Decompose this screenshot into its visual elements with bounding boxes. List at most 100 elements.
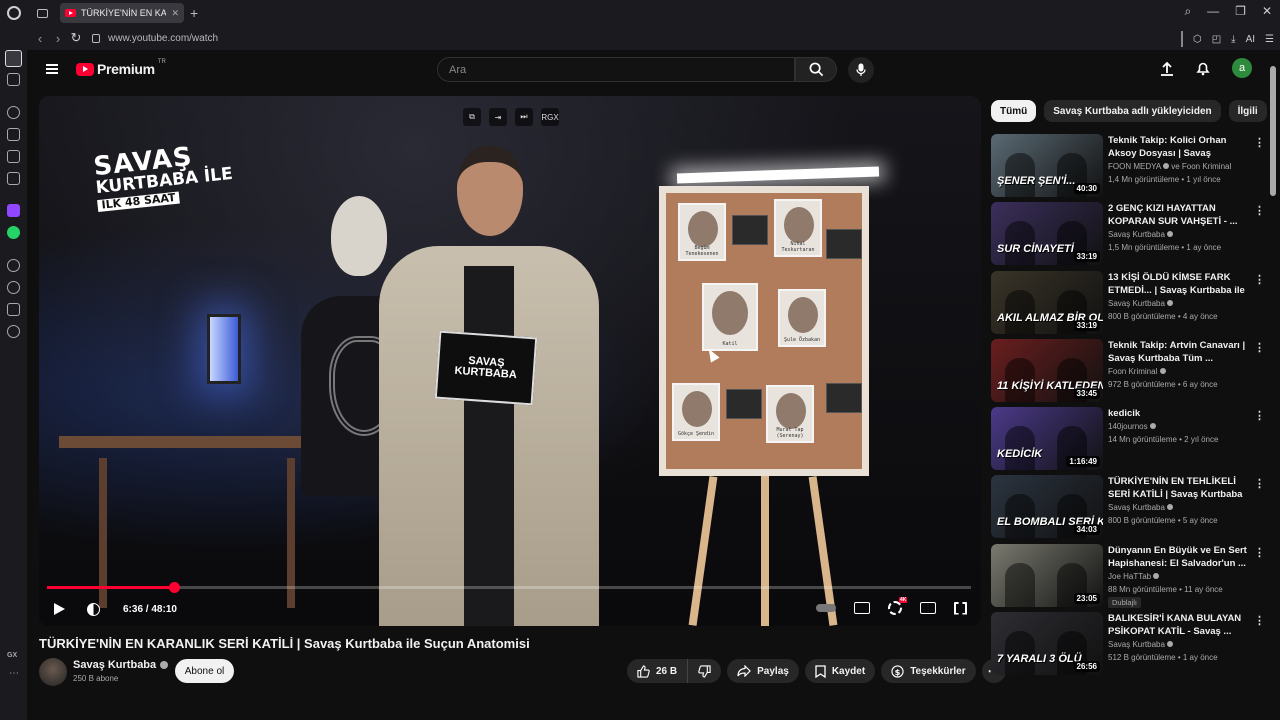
share-button[interactable]: Paylaş bbox=[727, 659, 799, 683]
forward-icon[interactable]: › bbox=[50, 31, 66, 46]
menu-icon[interactable]: ☰ bbox=[1265, 34, 1274, 45]
browser-tab[interactable]: TÜRKİYE'NİN EN KARANLIK ✕ bbox=[60, 3, 184, 23]
recommendation-item[interactable]: 23:05 Dünyanın En Büyük ve En Sert Hapish… bbox=[991, 543, 1265, 612]
opera-gx-logo-icon[interactable] bbox=[7, 6, 21, 20]
subtitles-icon[interactable] bbox=[854, 602, 870, 614]
gx-control-icon[interactable] bbox=[7, 73, 20, 86]
popout-video-icon[interactable]: ⧉ bbox=[463, 108, 481, 126]
like-button[interactable]: 26 B bbox=[627, 659, 689, 683]
rgx-button[interactable]: RGX bbox=[541, 108, 559, 126]
dislike-button[interactable] bbox=[688, 659, 722, 683]
next-track-icon[interactable]: ⏭ bbox=[515, 108, 533, 126]
recommendation-item[interactable]: ŞENER ŞEN'İ... 40:30 Teknik Takip: Kolici … bbox=[991, 134, 1265, 202]
play-icon[interactable] bbox=[54, 603, 65, 615]
search-button[interactable] bbox=[795, 57, 837, 82]
video-thumbnail[interactable]: ŞENER ŞEN'İ... 40:30 bbox=[991, 134, 1103, 197]
thanks-button[interactable]: $ Teşekkürler bbox=[881, 659, 976, 683]
video-thumbnail[interactable]: AKIL ALMAZ BİR OLAY33:19 bbox=[991, 270, 1103, 334]
back-icon[interactable]: ‹ bbox=[32, 31, 48, 46]
rec-title[interactable]: 13 KİŞİ ÖLDÜ KİMSE FARK ETMEDİ... | Sava… bbox=[1108, 271, 1248, 297]
rec-channel[interactable]: Savaş Kurtbaba bbox=[1108, 230, 1174, 239]
video-thumbnail[interactable]: 23:05 bbox=[991, 543, 1103, 607]
video-thumbnail[interactable]: 11 KİŞİYİ KATLEDEN 33:45 bbox=[991, 338, 1103, 402]
player-icon[interactable] bbox=[7, 259, 20, 272]
settings-gear-icon[interactable] bbox=[888, 597, 908, 615]
chip-related[interactable]: İlgili bbox=[1228, 100, 1267, 122]
snap-video-icon[interactable]: ⇥ bbox=[489, 108, 507, 126]
rec-channel[interactable]: 140journos bbox=[1108, 422, 1156, 431]
tab-list-icon[interactable] bbox=[37, 8, 48, 18]
lock-icon[interactable] bbox=[92, 33, 100, 43]
more-icon[interactable]: ⋯ bbox=[9, 668, 19, 679]
scrollbar-thumb[interactable] bbox=[1270, 66, 1276, 196]
video-player[interactable]: SAVAŞ KURTBABA Begüm Tenekesenen Nihal T… bbox=[39, 96, 981, 626]
home-icon[interactable] bbox=[5, 50, 22, 67]
twitch-icon[interactable] bbox=[7, 204, 20, 217]
download-icon[interactable]: ⤓ bbox=[1231, 34, 1235, 45]
rec-menu-icon[interactable]: ⋮ bbox=[1254, 136, 1265, 149]
guide-menu-icon[interactable] bbox=[46, 64, 58, 74]
channel-avatar[interactable] bbox=[39, 658, 67, 686]
rec-title[interactable]: Teknik Takip: Artvin Canavarı | Savaş Ku… bbox=[1108, 339, 1248, 365]
gx-cleaner-icon[interactable] bbox=[7, 128, 20, 141]
history-icon[interactable] bbox=[7, 281, 20, 294]
subscribe-button[interactable]: Abone ol bbox=[175, 659, 234, 683]
autoplay-toggle[interactable] bbox=[816, 604, 836, 612]
restore-icon[interactable]: ❐ bbox=[1235, 4, 1246, 19]
video-thumbnail[interactable]: SUR CİNAYETİ 33:19 bbox=[991, 202, 1103, 266]
recommendation-item[interactable]: SUR CİNAYETİ 33:19 2 GENÇ KIZI HAYATTAN KO… bbox=[991, 202, 1265, 270]
reload-icon[interactable]: ↻ bbox=[68, 30, 84, 46]
news-icon[interactable] bbox=[7, 150, 20, 163]
rec-menu-icon[interactable]: ⋮ bbox=[1254, 546, 1265, 559]
gx-corner-icon[interactable] bbox=[7, 106, 20, 119]
music-player-icon[interactable] bbox=[7, 172, 20, 185]
close-window-icon[interactable]: ✕ bbox=[1262, 4, 1272, 19]
fullscreen-icon[interactable] bbox=[954, 601, 967, 615]
search-tabs-icon[interactable]: ⌕ bbox=[1184, 4, 1191, 19]
chip-all[interactable]: Tümü bbox=[991, 100, 1037, 122]
video-thumbnail[interactable]: KEDİCİK 1:16:49 bbox=[991, 407, 1103, 471]
rec-menu-icon[interactable]: ⋮ bbox=[1254, 614, 1265, 627]
video-thumbnail[interactable]: 7 YARALI 3 ÖLÜ 26:56 bbox=[991, 612, 1103, 676]
rec-menu-icon[interactable]: ⋮ bbox=[1254, 204, 1265, 217]
theater-mode-icon[interactable] bbox=[920, 602, 936, 614]
save-button[interactable]: Kaydet bbox=[804, 659, 876, 683]
ai-button[interactable]: AI bbox=[1246, 34, 1255, 45]
volume-icon[interactable] bbox=[87, 603, 100, 616]
rec-channel[interactable]: Foon Kriminal bbox=[1108, 367, 1166, 376]
search-input[interactable] bbox=[438, 58, 794, 81]
chip-from-uploader[interactable]: Savaş Kurtbaba adlı yükleyiciden bbox=[1044, 100, 1221, 122]
rec-title[interactable]: BALIKESİR'İ KANA BULAYAN PSİKOPAT KATİL … bbox=[1108, 612, 1248, 638]
upload-icon[interactable] bbox=[1160, 61, 1174, 76]
voice-search-button[interactable] bbox=[848, 57, 874, 83]
recommendation-item[interactable]: EL BOMBALI SERİ K... 34:03 TÜRKİYE'NİN EN … bbox=[991, 475, 1265, 543]
rec-menu-icon[interactable]: ⋮ bbox=[1254, 273, 1265, 286]
rec-title[interactable]: TÜRKİYE'NİN EN TEHLİKELİ SERİ KATİLİ | S… bbox=[1108, 475, 1248, 501]
rec-channel[interactable]: Savaş Kurtbaba bbox=[1108, 299, 1174, 308]
rec-menu-icon[interactable]: ⋮ bbox=[1254, 409, 1265, 422]
rec-title[interactable]: Teknik Takip: Kolici Orhan Aksoy Dosyası… bbox=[1108, 134, 1248, 160]
rec-channel[interactable]: FOON MEDYA ve Foon Kriminal bbox=[1108, 162, 1231, 171]
account-avatar[interactable]: a bbox=[1232, 58, 1252, 78]
recommendation-item[interactable]: KEDİCİK 1:16:49 kedicik 140journos 14 Mn gö… bbox=[991, 407, 1265, 475]
snapshot-icon[interactable]: ◰ bbox=[1212, 34, 1221, 45]
rec-title[interactable]: Dünyanın En Büyük ve En Sert Hapishanesi… bbox=[1108, 544, 1248, 570]
rec-title[interactable]: 2 GENÇ KIZI HAYATTAN KOPARAN SUR VAHŞETİ… bbox=[1108, 202, 1248, 228]
video-thumbnail[interactable]: EL BOMBALI SERİ K... 34:03 bbox=[991, 475, 1103, 539]
channel-name[interactable]: Savaş Kurtbaba bbox=[73, 659, 169, 671]
extensions-icon[interactable]: ⬡ bbox=[1193, 34, 1202, 45]
recommendation-item[interactable]: 11 KİŞİYİ KATLEDEN 33:45 Teknik Takip: Art… bbox=[991, 338, 1265, 407]
rec-title[interactable]: kedicik bbox=[1108, 407, 1248, 420]
url-field[interactable]: www.youtube.com/watch bbox=[108, 33, 218, 44]
extensions-sidebar-icon[interactable] bbox=[7, 303, 20, 316]
minimize-icon[interactable]: — bbox=[1207, 4, 1219, 19]
rec-channel[interactable]: Joe HaTTab bbox=[1108, 572, 1160, 581]
whatsapp-icon[interactable] bbox=[7, 226, 20, 239]
scrubber-handle[interactable] bbox=[168, 582, 180, 593]
progress-bar[interactable] bbox=[47, 582, 971, 593]
rec-channel[interactable]: Savaş Kurtbaba bbox=[1108, 640, 1174, 649]
notifications-icon[interactable] bbox=[1196, 61, 1210, 76]
rec-menu-icon[interactable]: ⋮ bbox=[1254, 341, 1265, 354]
new-tab-icon[interactable]: + bbox=[190, 5, 198, 21]
rec-menu-icon[interactable]: ⋮ bbox=[1254, 477, 1265, 490]
